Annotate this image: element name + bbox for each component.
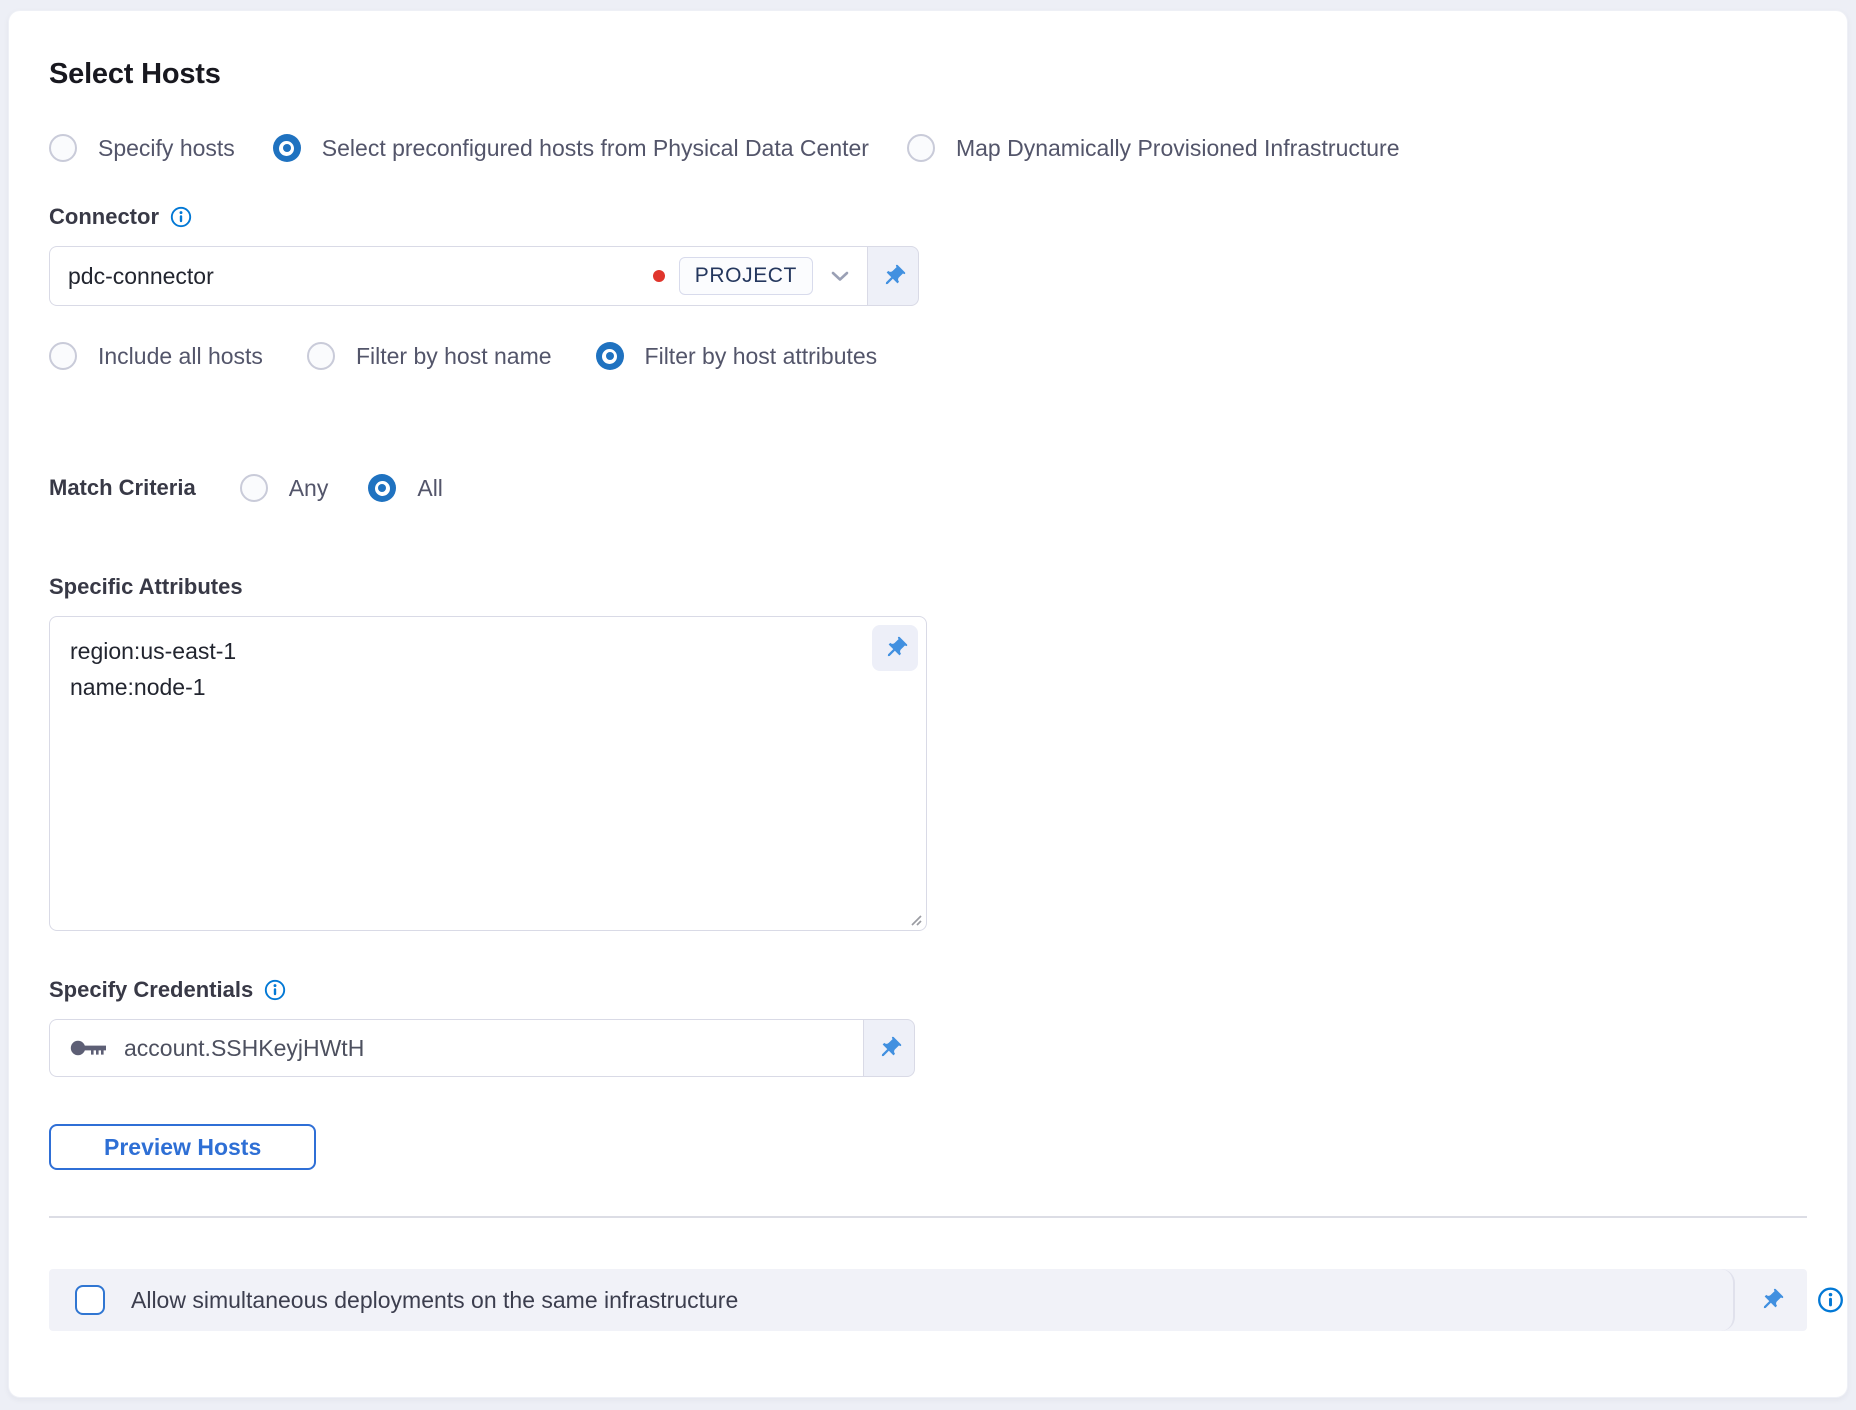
radio-circle[interactable] (240, 474, 268, 502)
section-divider (49, 1216, 1807, 1218)
specific-attributes-textarea[interactable]: region:us-east-1 name:node-1 (49, 616, 927, 931)
footer-row: Allow simultaneous deployments on the sa… (49, 1269, 1807, 1331)
host-filter-radio-group: Include all hosts Filter by host name Fi… (49, 342, 1807, 370)
credentials-value: account.SSHKeyjHWtH (124, 1035, 364, 1062)
connector-pin-button[interactable] (867, 246, 919, 306)
page-title: Select Hosts (49, 58, 1807, 90)
host-provisioning-radio-group: Specify hosts Select preconfigured hosts… (49, 134, 1807, 162)
pin-icon (1758, 1287, 1785, 1314)
radio-circle[interactable] (907, 134, 935, 162)
info-icon[interactable] (170, 206, 192, 228)
credentials-pin-button[interactable] (863, 1019, 915, 1077)
radio-preconfigured-hosts[interactable]: Select preconfigured hosts from Physical… (273, 134, 869, 162)
info-icon[interactable] (264, 979, 286, 1001)
credentials-field-group: account.SSHKeyjHWtH (49, 1019, 915, 1077)
radio-label: Specify hosts (98, 135, 235, 162)
preview-hosts-button[interactable]: Preview Hosts (49, 1124, 316, 1170)
radio-match-all[interactable]: All (368, 474, 443, 502)
radio-circle[interactable] (49, 134, 77, 162)
radio-filter-by-host-name[interactable]: Filter by host name (307, 342, 552, 370)
required-dot (653, 270, 665, 282)
radio-label: Filter by host name (356, 343, 552, 370)
bar-separator (1719, 1269, 1735, 1331)
radio-label: Select preconfigured hosts from Physical… (322, 135, 869, 162)
radio-circle-selected[interactable] (596, 342, 624, 370)
connector-label-text: Connector (49, 204, 159, 230)
radio-label: Any (289, 475, 329, 502)
info-icon[interactable] (1817, 1287, 1844, 1314)
radio-map-dynamic-infrastructure[interactable]: Map Dynamically Provisioned Infrastructu… (907, 134, 1400, 162)
specific-attributes-field: region:us-east-1 name:node-1 (49, 616, 927, 931)
simultaneous-deployments-bar: Allow simultaneous deployments on the sa… (49, 1269, 1807, 1331)
connector-label: Connector (49, 204, 1807, 230)
connector-input[interactable] (68, 263, 645, 290)
radio-circle[interactable] (49, 342, 77, 370)
radio-circle-selected[interactable] (368, 474, 396, 502)
specify-credentials-label: Specify Credentials (49, 977, 1807, 1003)
radio-circle-selected[interactable] (273, 134, 301, 162)
radio-label: Map Dynamically Provisioned Infrastructu… (956, 135, 1400, 162)
attributes-pin-button[interactable] (872, 625, 918, 671)
ssh-key-icon (70, 1037, 107, 1059)
radio-filter-by-host-attributes[interactable]: Filter by host attributes (596, 342, 878, 370)
simultaneous-deployments-checkbox[interactable] (75, 1285, 105, 1315)
pin-icon (876, 1035, 903, 1062)
connector-field-group: PROJECT (49, 246, 919, 306)
pin-icon (882, 635, 909, 662)
select-hosts-card: Select Hosts Specify hosts Select precon… (8, 10, 1848, 1398)
simultaneous-deployments-label: Allow simultaneous deployments on the sa… (131, 1287, 738, 1314)
radio-include-all-hosts[interactable]: Include all hosts (49, 342, 263, 370)
radio-label: Filter by host attributes (645, 343, 878, 370)
connector-input-body[interactable]: PROJECT (49, 246, 867, 306)
radio-label: All (417, 475, 443, 502)
match-criteria-group: Match Criteria Any All (49, 474, 1807, 502)
radio-circle[interactable] (307, 342, 335, 370)
footer-pin-button[interactable] (1735, 1287, 1807, 1314)
chevron-down-icon[interactable] (827, 263, 853, 289)
specific-attributes-label: Specific Attributes (49, 574, 1807, 600)
pin-icon (880, 263, 907, 290)
specify-credentials-label-text: Specify Credentials (49, 977, 253, 1003)
radio-match-any[interactable]: Any (240, 474, 329, 502)
specific-attributes-label-text: Specific Attributes (49, 574, 243, 600)
radio-specify-hosts[interactable]: Specify hosts (49, 134, 235, 162)
credentials-select[interactable]: account.SSHKeyjHWtH (49, 1019, 863, 1077)
match-criteria-label: Match Criteria (49, 475, 196, 501)
radio-label: Include all hosts (98, 343, 263, 370)
textarea-resize-handle[interactable] (907, 911, 922, 926)
scope-badge[interactable]: PROJECT (679, 257, 813, 295)
